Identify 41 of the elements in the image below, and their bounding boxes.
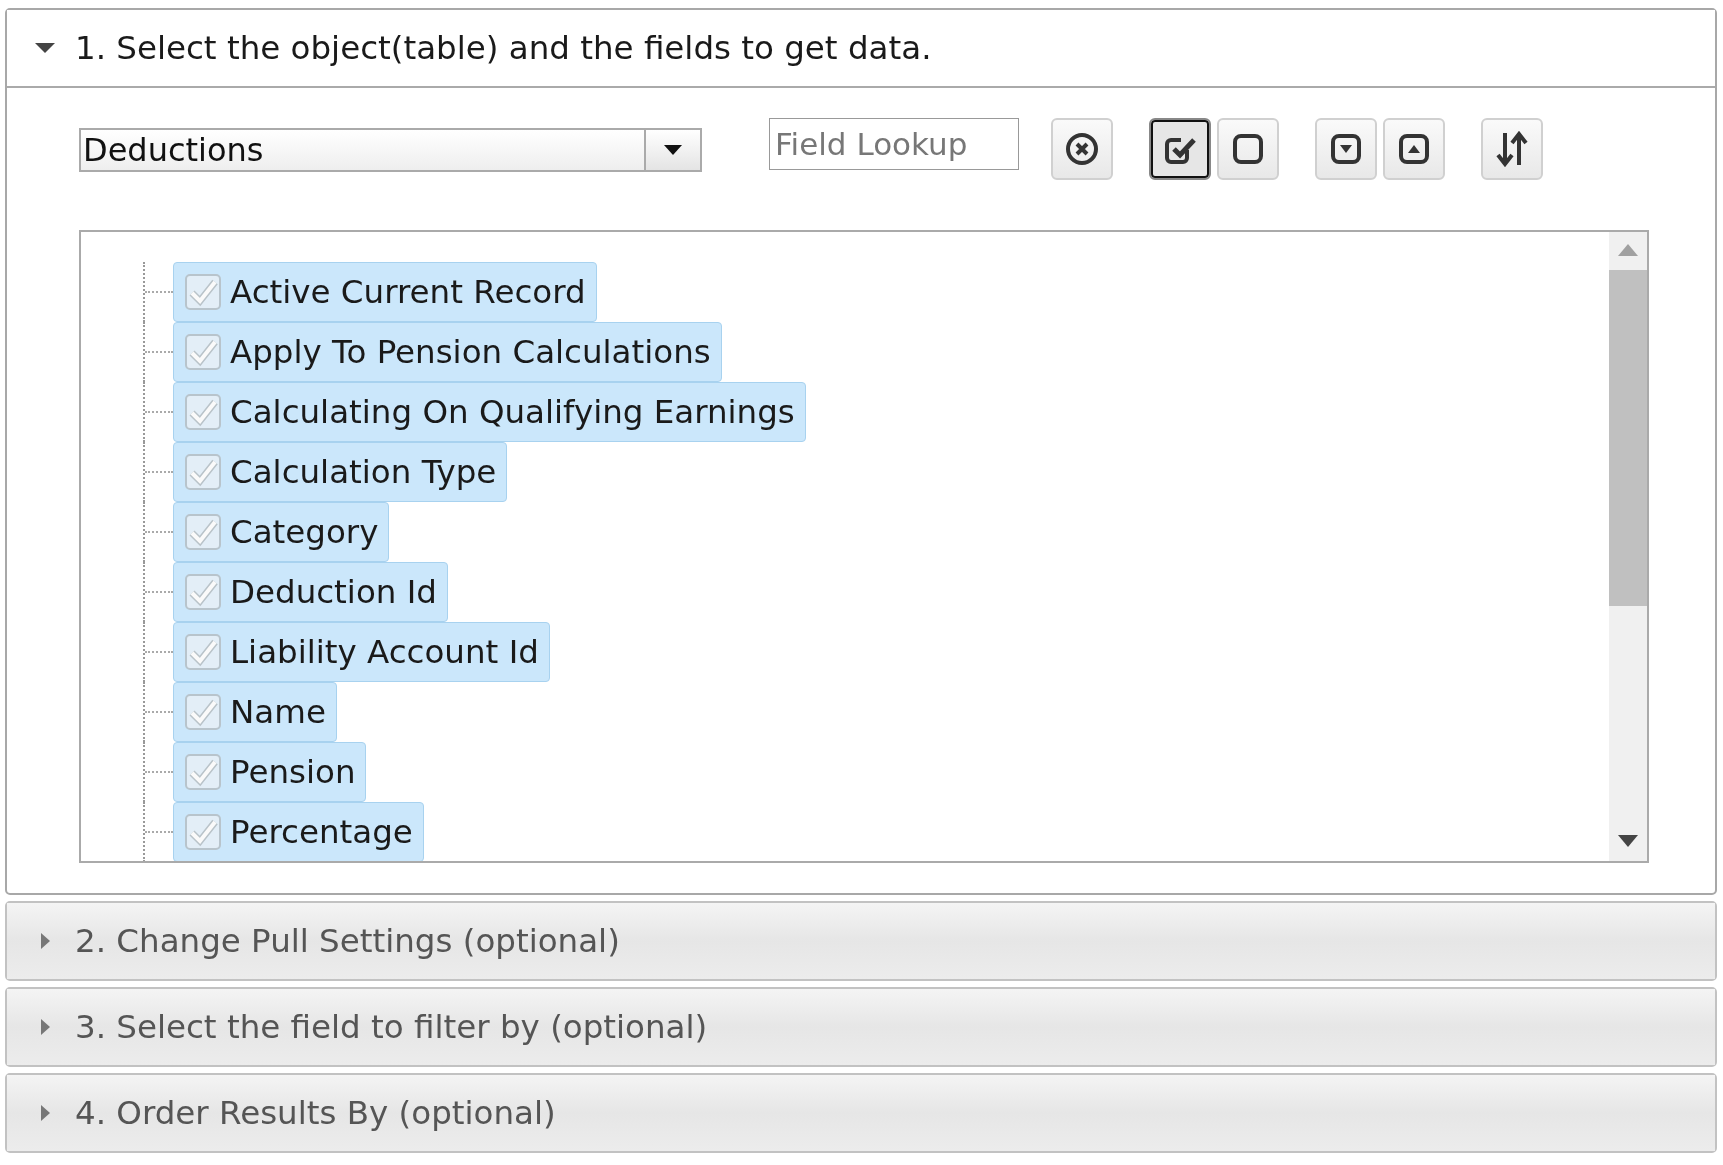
field-tree-item[interactable]: Category xyxy=(173,502,390,562)
clear-icon xyxy=(1065,132,1099,166)
section-header[interactable]: 1. Select the object(table) and the fields to get data. xyxy=(7,10,1715,88)
field-tree-item[interactable]: Apply To Pension Calculations xyxy=(173,322,722,382)
empty-box-icon xyxy=(1232,133,1264,165)
checkbox[interactable] xyxy=(184,273,222,311)
check-all-button[interactable] xyxy=(1149,118,1211,180)
expand-button[interactable] xyxy=(1315,118,1377,180)
sort-button[interactable] xyxy=(1481,118,1543,180)
collapse-icon xyxy=(1398,133,1430,165)
section-header[interactable]: 3. Select the field to filter by (optional) xyxy=(7,989,1715,1065)
checkbox[interactable] xyxy=(184,393,222,431)
field-tree-item[interactable]: Liability Account Id xyxy=(173,622,550,682)
field-tree-item[interactable]: Percentage xyxy=(173,802,424,861)
field-tree-item[interactable]: Active Current Record xyxy=(173,262,597,322)
field-tree-item[interactable]: Pension xyxy=(173,742,367,802)
checkbox[interactable] xyxy=(184,333,222,371)
dropdown-caret-icon xyxy=(664,145,682,155)
expand-icon xyxy=(1330,133,1362,165)
checkbox[interactable] xyxy=(184,693,222,731)
section-header[interactable]: 4. Order Results By (optional) xyxy=(7,1075,1715,1151)
field-tree-item[interactable]: Calculating On Qualifying Earnings xyxy=(173,382,806,442)
checkbox[interactable] xyxy=(184,753,222,791)
collapse-button[interactable] xyxy=(1383,118,1445,180)
uncheck-all-button[interactable] xyxy=(1217,118,1279,180)
field-tree-item[interactable]: Calculation Type xyxy=(173,442,508,502)
sort-icon xyxy=(1495,131,1529,167)
clear-button[interactable] xyxy=(1051,118,1113,180)
object-dropdown[interactable]: Deductions xyxy=(79,128,702,172)
field-tree-item[interactable]: Name xyxy=(173,682,337,742)
checkbox[interactable] xyxy=(184,453,222,491)
checkbox[interactable] xyxy=(184,813,222,851)
scrollbar[interactable] xyxy=(1609,232,1647,861)
scroll-up-arrow-icon[interactable] xyxy=(1618,244,1638,256)
field-lookup-input[interactable]: Field Lookup xyxy=(769,118,1019,170)
field-tree-item[interactable]: Deduction Id xyxy=(173,562,448,622)
checkbox[interactable] xyxy=(184,513,222,551)
checkbox[interactable] xyxy=(184,573,222,611)
scroll-down-arrow-icon[interactable] xyxy=(1618,835,1638,847)
checkbox[interactable] xyxy=(184,633,222,671)
section-header[interactable]: 2. Change Pull Settings (optional) xyxy=(7,903,1715,979)
